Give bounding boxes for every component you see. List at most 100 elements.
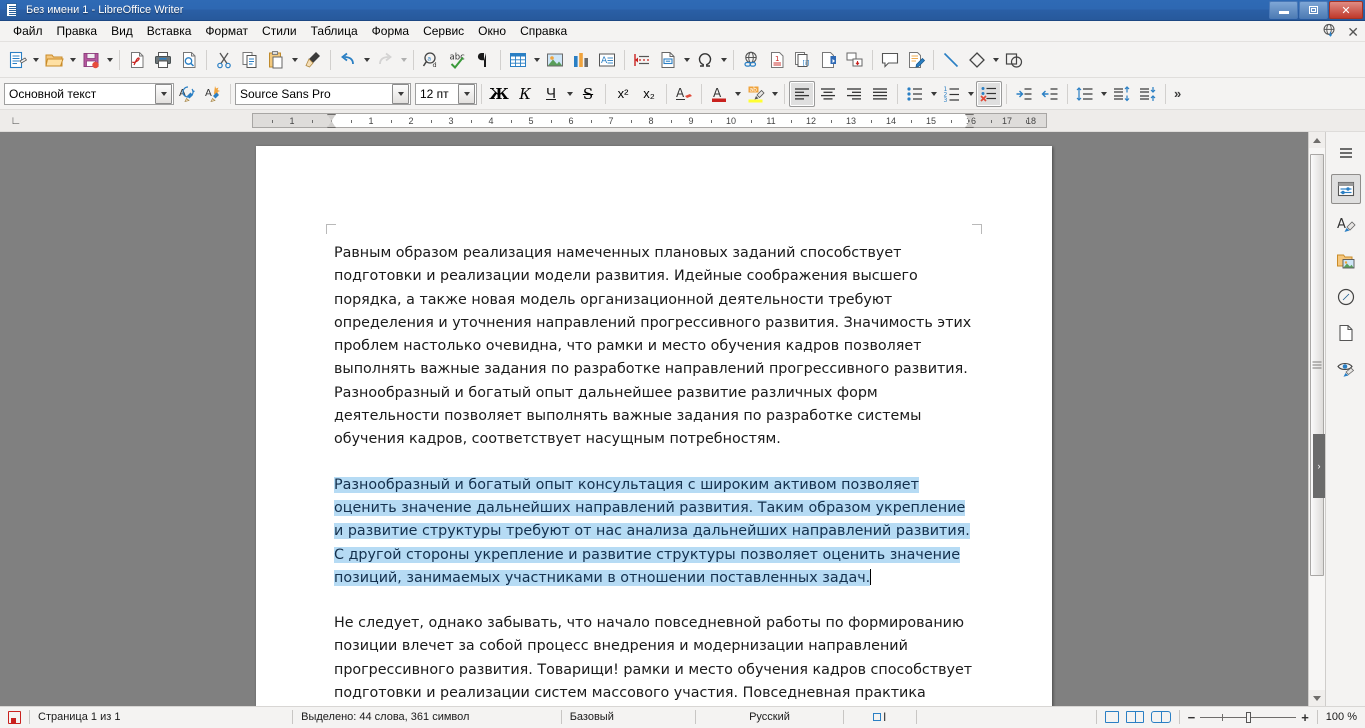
language-status[interactable]: Русский <box>696 707 842 728</box>
decrease-paragraph-spacing-button[interactable] <box>1135 81 1161 107</box>
paste-dropdown[interactable] <box>289 47 300 73</box>
unordered-list-button[interactable] <box>902 81 928 107</box>
sidebar-settings-menu[interactable] <box>1331 138 1361 168</box>
menu-styles[interactable]: Стили <box>255 22 304 40</box>
save-dropdown[interactable] <box>104 47 115 73</box>
horizontal-ruler[interactable]: 1 1 2 3 4 5 6 7 8 9 10 11 12 13 14 15 16… <box>252 113 1047 128</box>
scrollbar-thumb[interactable] <box>1310 154 1324 576</box>
paragraph-style-combo[interactable]: Основной текст <box>4 82 174 105</box>
font-size-dropdown-arrow[interactable] <box>458 83 475 104</box>
page-info[interactable]: Страница 1 из 1 <box>30 707 292 728</box>
superscript-button[interactable]: x² <box>610 81 636 107</box>
sidebar-item-properties[interactable] <box>1330 174 1361 204</box>
open-dropdown[interactable] <box>67 47 78 73</box>
selection-info[interactable]: Выделено: 44 слова, 361 символ <box>293 707 561 728</box>
scrollbar-track[interactable] <box>1309 148 1325 690</box>
copy-button[interactable] <box>237 47 263 73</box>
font-color-dropdown[interactable] <box>732 81 743 107</box>
insert-footnote-button[interactable]: 1 <box>764 47 790 73</box>
strikethrough-button[interactable]: S <box>575 81 601 107</box>
tab-left-icon[interactable]: ∟ <box>8 115 24 127</box>
document-text[interactable]: Равным образом реализация намеченных пла… <box>334 242 976 706</box>
subscript-button[interactable]: x₂ <box>636 81 662 107</box>
zoom-in-button[interactable]: + <box>1301 711 1309 724</box>
underline-dropdown[interactable] <box>564 81 575 107</box>
menu-format[interactable]: Формат <box>198 22 255 40</box>
save-button[interactable] <box>78 47 104 73</box>
basic-shapes-dropdown[interactable] <box>990 47 1001 73</box>
view-single-page[interactable] <box>1104 711 1119 723</box>
zoom-level[interactable]: 100 % <box>1318 707 1365 728</box>
insert-cross-reference-button[interactable] <box>842 47 868 73</box>
insert-field-button[interactable] <box>655 47 681 73</box>
highlighting-button[interactable]: ab <box>743 81 769 107</box>
page-style[interactable]: Базовый <box>562 707 696 728</box>
paste-button[interactable] <box>263 47 289 73</box>
show-draw-functions-button[interactable] <box>1001 47 1027 73</box>
formatting-marks-button[interactable] <box>470 47 496 73</box>
insert-table-button[interactable] <box>505 47 531 73</box>
globe-download-icon[interactable] <box>1322 23 1337 41</box>
font-color-button[interactable]: A <box>706 81 732 107</box>
ordered-list-dropdown[interactable] <box>965 81 976 107</box>
scroll-up-button[interactable] <box>1309 132 1325 148</box>
menu-form[interactable]: Форма <box>365 22 416 40</box>
basic-shapes-button[interactable] <box>964 47 990 73</box>
minimize-button[interactable] <box>1269 1 1298 19</box>
print-button[interactable] <box>150 47 176 73</box>
insert-field-dropdown[interactable] <box>681 47 692 73</box>
digital-signature[interactable] <box>917 707 1096 728</box>
sidebar-show-handle[interactable]: › <box>1313 434 1325 498</box>
zoom-slider[interactable]: − + <box>1180 711 1317 724</box>
print-preview-button[interactable] <box>176 47 202 73</box>
insert-text-box-button[interactable]: A <box>594 47 620 73</box>
special-character-button[interactable] <box>692 47 718 73</box>
insert-page-break-button[interactable] <box>629 47 655 73</box>
align-center-button[interactable] <box>815 81 841 107</box>
line-spacing-dropdown[interactable] <box>1098 81 1109 107</box>
sidebar-item-style-inspector[interactable] <box>1331 354 1361 384</box>
selection-mode[interactable]: I <box>844 707 916 728</box>
undo-dropdown[interactable] <box>361 47 372 73</box>
font-name-combo[interactable]: Source Sans Pro <box>235 82 411 105</box>
line-spacing-button[interactable] <box>1072 81 1098 107</box>
increase-paragraph-spacing-button[interactable] <box>1109 81 1135 107</box>
sidebar-item-styles[interactable]: A <box>1331 210 1361 240</box>
unordered-list-dropdown[interactable] <box>928 81 939 107</box>
clear-formatting-button[interactable]: A <box>671 81 697 107</box>
menu-table[interactable]: Таблица <box>304 22 365 40</box>
sidebar-item-gallery[interactable] <box>1331 246 1361 276</box>
formatting-toolbar-overflow[interactable]: » <box>1170 86 1185 101</box>
insert-comment-button[interactable] <box>877 47 903 73</box>
track-changes-button[interactable] <box>903 47 929 73</box>
view-multi-page[interactable] <box>1125 711 1144 723</box>
insert-endnote-button[interactable]: [i] <box>790 47 816 73</box>
export-pdf-button[interactable] <box>124 47 150 73</box>
highlighting-dropdown[interactable] <box>769 81 780 107</box>
paragraph-1[interactable]: Равным образом реализация намеченных пла… <box>334 242 976 452</box>
no-list-button[interactable] <box>976 80 1002 107</box>
insert-hyperlink-button[interactable] <box>738 47 764 73</box>
new-style-button[interactable]: A <box>200 81 226 107</box>
menu-insert[interactable]: Вставка <box>140 22 199 40</box>
scroll-down-button[interactable] <box>1309 690 1325 706</box>
special-character-dropdown[interactable] <box>718 47 729 73</box>
increase-indent-button[interactable] <box>1011 81 1037 107</box>
menu-edit[interactable]: Правка <box>50 22 105 40</box>
new-document-button[interactable] <box>4 47 30 73</box>
zoom-track[interactable] <box>1200 711 1297 723</box>
spelling-button[interactable]: abc <box>444 47 470 73</box>
align-left-button[interactable] <box>789 80 815 107</box>
update-style-button[interactable]: A <box>174 81 200 107</box>
ordered-list-button[interactable]: 123 <box>939 81 965 107</box>
close-button[interactable]: ✕ <box>1329 1 1363 19</box>
font-name-dropdown-arrow[interactable] <box>392 83 409 104</box>
align-justify-button[interactable] <box>867 81 893 107</box>
menu-help[interactable]: Справка <box>513 22 574 40</box>
sidebar-item-page[interactable] <box>1331 318 1361 348</box>
menu-file[interactable]: Файл <box>6 22 50 40</box>
clone-formatting-button[interactable] <box>300 47 326 73</box>
menu-window[interactable]: Окно <box>471 22 513 40</box>
maximize-button[interactable] <box>1299 1 1328 19</box>
underline-button[interactable]: Ч <box>538 81 564 107</box>
